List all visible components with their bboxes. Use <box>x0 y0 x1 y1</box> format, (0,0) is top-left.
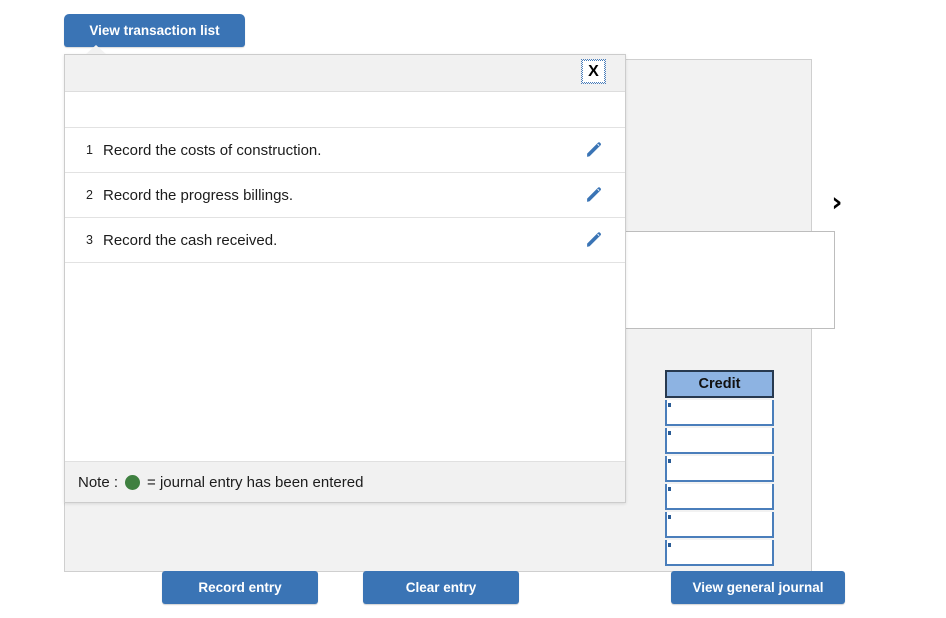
edit-transaction-button[interactable] <box>563 139 625 161</box>
list-item-label: Record the cash received. <box>103 231 278 249</box>
view-transaction-list-button[interactable]: View transaction list <box>64 14 245 47</box>
list-item[interactable]: 1 Record the costs of construction. <box>65 127 625 173</box>
list-item-label: Record the progress billings. <box>103 186 294 204</box>
view-general-journal-button[interactable]: View general journal <box>671 571 845 604</box>
edit-transaction-button[interactable] <box>563 229 625 251</box>
list-item-label: Record the costs of construction. <box>103 141 322 159</box>
list-item-index: 2 <box>86 188 93 202</box>
credit-column-header: Credit <box>665 370 774 398</box>
credit-cell[interactable] <box>665 400 774 426</box>
note-text: = journal entry has been entered <box>147 473 364 491</box>
close-icon[interactable]: X <box>581 59 606 84</box>
list-item-index: 1 <box>86 143 93 157</box>
credit-cell[interactable] <box>665 484 774 510</box>
clear-entry-button[interactable]: Clear entry <box>363 571 519 604</box>
pencil-icon <box>587 232 601 247</box>
list-item[interactable]: 2 Record the progress billings. <box>65 173 625 218</box>
tab-pointer <box>86 45 106 54</box>
credit-cell[interactable] <box>665 456 774 482</box>
list-item-index: 3 <box>86 233 93 247</box>
note-label: Note : <box>78 473 119 491</box>
popover-note-bar: Note : = journal entry has been entered <box>65 461 625 502</box>
transaction-list: 1 Record the costs of construction. 2 Re… <box>65 127 625 263</box>
popover-header: X <box>65 55 625 92</box>
transaction-list-popover: X 1 Record the costs of construction. 2 … <box>64 54 626 503</box>
record-entry-button[interactable]: Record entry <box>162 571 318 604</box>
credit-cell[interactable] <box>665 540 774 566</box>
list-item[interactable]: 3 Record the cash received. <box>65 218 625 263</box>
credit-cell[interactable] <box>665 428 774 454</box>
pencil-icon <box>587 187 601 202</box>
edit-transaction-button[interactable] <box>563 184 625 206</box>
journal-entered-dot-icon <box>125 474 141 490</box>
pencil-icon <box>587 142 601 157</box>
credit-column: Credit <box>665 370 774 566</box>
memo-box[interactable] <box>625 231 835 329</box>
chevron-right-icon[interactable]: › <box>823 186 851 220</box>
credit-cell[interactable] <box>665 512 774 538</box>
